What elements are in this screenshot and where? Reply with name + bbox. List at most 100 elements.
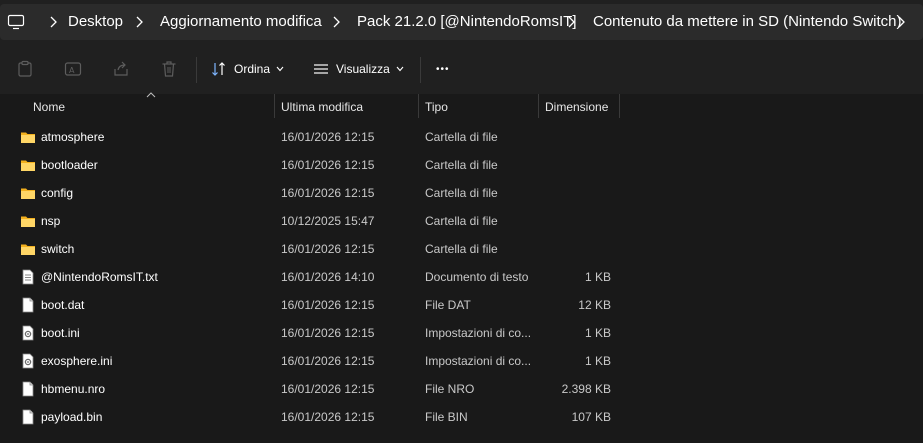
chevron-down-icon bbox=[276, 66, 284, 72]
rename-icon[interactable]: A bbox=[64, 60, 82, 78]
column-header-size[interactable]: Dimensione bbox=[545, 100, 608, 114]
breadcrumb-item-aggiornamento[interactable]: Aggiornamento modifica bbox=[160, 13, 322, 30]
file-size: 1 KB bbox=[584, 326, 611, 340]
file-row[interactable]: config 16/01/2026 12:15 Cartella di file bbox=[0, 179, 923, 207]
paste-icon[interactable] bbox=[16, 60, 34, 78]
file-name: boot.ini bbox=[41, 326, 80, 340]
file-row[interactable]: atmosphere 16/01/2026 12:15 Cartella di … bbox=[0, 123, 923, 151]
file-modified: 16/01/2026 12:15 bbox=[281, 186, 375, 200]
file-icon bbox=[22, 409, 34, 425]
file-row[interactable]: exosphere.ini 16/01/2026 12:15 Impostazi… bbox=[0, 347, 923, 375]
breadcrumb[interactable]: Desktop Aggiornamento modifica Pack 21.2… bbox=[0, 4, 923, 40]
breadcrumb-item-contenuto[interactable]: Contenuto da mettere in SD (Nintendo Swi… bbox=[593, 13, 902, 30]
file-modified: 16/01/2026 12:15 bbox=[281, 298, 375, 312]
file-modified: 16/01/2026 12:15 bbox=[281, 158, 375, 172]
chevron-right-icon[interactable] bbox=[134, 16, 144, 28]
file-type: File NRO bbox=[425, 382, 475, 396]
file-type: Cartella di file bbox=[425, 214, 498, 228]
file-name: switch bbox=[41, 242, 75, 256]
svg-text:A: A bbox=[69, 66, 75, 75]
folder-icon bbox=[21, 216, 35, 227]
file-row[interactable]: payload.bin 16/01/2026 12:15 File BIN 10… bbox=[0, 403, 923, 431]
file-icon bbox=[22, 381, 34, 397]
file-modified: 16/01/2026 12:15 bbox=[281, 354, 375, 368]
file-row[interactable]: boot.dat 16/01/2026 12:15 File DAT 12 KB bbox=[0, 291, 923, 319]
chevron-right-icon[interactable] bbox=[331, 16, 341, 28]
file-modified: 16/01/2026 12:15 bbox=[281, 410, 375, 424]
view-list-icon bbox=[314, 64, 328, 74]
file-type: Impostazioni di co... bbox=[425, 326, 532, 340]
file-modified: 16/01/2026 12:15 bbox=[281, 130, 375, 144]
column-resize-handle[interactable] bbox=[538, 94, 539, 118]
file-type: Cartella di file bbox=[425, 186, 498, 200]
file-name: hbmenu.nro bbox=[41, 382, 106, 396]
toolbar-divider bbox=[196, 57, 197, 83]
file-size: 1 KB bbox=[584, 270, 611, 284]
settings-file-icon bbox=[22, 325, 34, 341]
file-row[interactable]: @NintendoRomsIT.txt 16/01/2026 14:10 Doc… bbox=[0, 263, 923, 291]
file-icon bbox=[22, 297, 34, 313]
column-resize-handle[interactable] bbox=[418, 94, 419, 118]
file-type: Cartella di file bbox=[425, 130, 498, 144]
column-resize-handle[interactable] bbox=[274, 94, 275, 118]
sort-label: Ordina bbox=[234, 62, 271, 76]
command-bar: A Ordina Visualizza ••• bbox=[0, 44, 923, 95]
column-header-name[interactable]: Nome bbox=[33, 100, 65, 114]
chevron-right-icon[interactable] bbox=[566, 16, 576, 28]
folder-icon bbox=[21, 160, 35, 171]
breadcrumb-item-desktop[interactable]: Desktop bbox=[68, 13, 123, 30]
file-name: bootloader bbox=[41, 158, 98, 172]
file-row[interactable]: switch 16/01/2026 12:15 Cartella di file bbox=[0, 235, 923, 263]
column-header-type[interactable]: Tipo bbox=[425, 100, 448, 114]
column-header: Nome Ultima modifica Tipo Dimensione bbox=[0, 92, 923, 120]
file-type: Cartella di file bbox=[425, 158, 498, 172]
column-resize-handle[interactable] bbox=[619, 94, 620, 118]
file-type: Impostazioni di co... bbox=[425, 354, 532, 368]
file-name: nsp bbox=[41, 214, 61, 228]
chevron-down-icon bbox=[396, 66, 404, 72]
file-type: File DAT bbox=[425, 298, 471, 312]
file-size: 107 KB bbox=[571, 410, 611, 424]
folder-icon bbox=[21, 244, 35, 255]
address-bar: Desktop Aggiornamento modifica Pack 21.2… bbox=[0, 0, 923, 44]
file-name: atmosphere bbox=[41, 130, 105, 144]
sort-ascending-icon bbox=[146, 92, 156, 98]
folder-icon bbox=[21, 132, 35, 143]
view-label: Visualizza bbox=[336, 62, 390, 76]
folder-icon bbox=[21, 188, 35, 199]
chevron-right-icon[interactable] bbox=[48, 16, 58, 28]
share-icon[interactable] bbox=[112, 60, 130, 78]
file-size: 1 KB bbox=[584, 354, 611, 368]
computer-icon[interactable] bbox=[7, 14, 25, 30]
file-type: Cartella di file bbox=[425, 242, 498, 256]
sort-button[interactable]: Ordina bbox=[211, 57, 284, 81]
file-name: payload.bin bbox=[41, 410, 103, 424]
file-name: config bbox=[41, 186, 74, 200]
file-modified: 16/01/2026 12:15 bbox=[281, 242, 375, 256]
more-options-button[interactable]: ••• bbox=[436, 57, 450, 81]
file-size: 2.398 KB bbox=[561, 382, 611, 396]
delete-icon[interactable] bbox=[160, 60, 178, 78]
file-modified: 16/01/2026 14:10 bbox=[281, 270, 375, 284]
sort-icon bbox=[212, 62, 225, 76]
file-modified: 10/12/2025 15:47 bbox=[281, 214, 375, 228]
chevron-right-icon[interactable] bbox=[896, 16, 906, 28]
toolbar-divider bbox=[420, 57, 421, 83]
view-button[interactable]: Visualizza bbox=[313, 57, 404, 81]
file-name: exosphere.ini bbox=[41, 354, 113, 368]
file-row[interactable]: nsp 10/12/2025 15:47 Cartella di file bbox=[0, 207, 923, 235]
text-file-icon bbox=[22, 269, 34, 285]
file-row[interactable]: bootloader 16/01/2026 12:15 Cartella di … bbox=[0, 151, 923, 179]
file-row[interactable]: boot.ini 16/01/2026 12:15 Impostazioni d… bbox=[0, 319, 923, 347]
file-row[interactable]: hbmenu.nro 16/01/2026 12:15 File NRO 2.3… bbox=[0, 375, 923, 403]
file-name: @NintendoRomsIT.txt bbox=[41, 270, 158, 284]
settings-file-icon bbox=[22, 353, 34, 369]
column-header-modified[interactable]: Ultima modifica bbox=[281, 100, 363, 114]
more-icon: ••• bbox=[436, 63, 450, 75]
file-type: File BIN bbox=[425, 410, 468, 424]
file-name: boot.dat bbox=[41, 298, 85, 312]
breadcrumb-item-pack[interactable]: Pack 21.2.0 [@NintendoRomsIT] bbox=[357, 13, 577, 30]
file-modified: 16/01/2026 12:15 bbox=[281, 326, 375, 340]
file-modified: 16/01/2026 12:15 bbox=[281, 382, 375, 396]
file-size: 12 KB bbox=[578, 298, 611, 312]
